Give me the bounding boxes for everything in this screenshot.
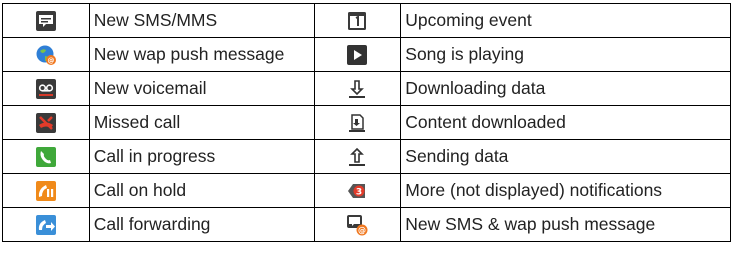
- play-song-icon: [346, 44, 368, 66]
- notification-label: Content downloaded: [400, 105, 731, 140]
- svg-text:@: @: [358, 226, 366, 235]
- notification-label: New SMS & wap push message: [400, 207, 731, 242]
- download-arrow-icon: [346, 78, 368, 100]
- wap-push-globe-icon: @: [35, 44, 57, 66]
- notification-label: More (not displayed) notifications: [400, 173, 731, 208]
- notification-label: Downloading data: [400, 71, 731, 106]
- calendar-event-icon: [346, 10, 368, 32]
- notification-label: Call forwarding: [88, 207, 315, 242]
- notification-label: Call on hold: [88, 173, 315, 208]
- more-notifications-icon: 3: [346, 180, 368, 202]
- notification-icons-table: New SMS/MMS Upcoming event @ New wap pus…: [2, 3, 731, 242]
- notification-label: Sending data: [400, 139, 731, 174]
- notification-label: New wap push message: [88, 37, 315, 72]
- sms-mms-icon: [35, 10, 57, 32]
- notification-label: Call in progress: [88, 139, 315, 174]
- notification-label: Song is playing: [400, 37, 731, 72]
- table-row: Call on hold 3 More (not displayed) noti…: [2, 173, 731, 208]
- call-forwarding-icon: [35, 214, 57, 236]
- call-in-progress-icon: [35, 146, 57, 168]
- sms-wap-push-icon: @: [346, 214, 368, 236]
- svg-text:3: 3: [356, 187, 362, 197]
- upload-arrow-icon: [346, 146, 368, 168]
- call-on-hold-icon: [35, 180, 57, 202]
- notification-label: Missed call: [88, 105, 315, 140]
- voicemail-icon: [35, 78, 57, 100]
- notification-label: Upcoming event: [400, 3, 731, 38]
- table-row: @ New wap push message Song is playing: [2, 37, 731, 72]
- table-row: New SMS/MMS Upcoming event: [2, 3, 731, 38]
- table-row: Call forwarding @ New SMS & wap push mes…: [2, 207, 731, 242]
- missed-call-icon: [35, 112, 57, 134]
- svg-text:@: @: [47, 56, 54, 64]
- table-row: Missed call Content downloaded: [2, 105, 731, 140]
- content-downloaded-icon: [346, 112, 368, 134]
- table-row: New voicemail Downloading data: [2, 71, 731, 106]
- notification-label: New voicemail: [88, 71, 315, 106]
- notification-label: New SMS/MMS: [88, 3, 315, 38]
- table-row: Call in progress Sending data: [2, 139, 731, 174]
